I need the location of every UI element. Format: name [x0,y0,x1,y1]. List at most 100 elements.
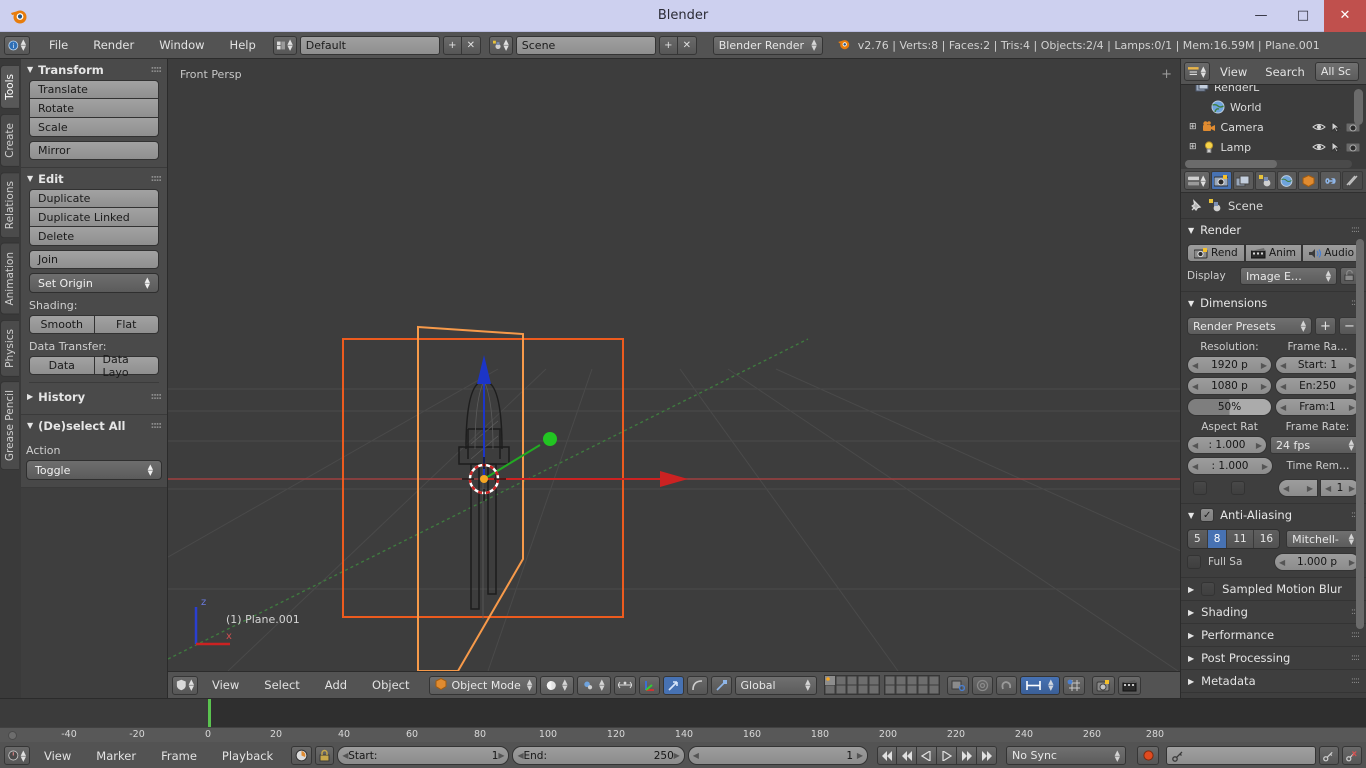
interaction-mode-dropdown[interactable]: Object Mode ▲ ▼ [428,675,537,695]
render-engine-dropdown[interactable]: Blender Render ▲ ▼ [712,35,823,55]
outliner-menu-search[interactable]: Search [1257,59,1313,85]
crop-checkbox[interactable] [1231,481,1245,495]
outliner-row-camera[interactable]: ⊞ Camera [1181,117,1366,137]
add-screen-layout-button[interactable]: + [442,35,462,55]
timeline-track[interactable] [0,699,1366,727]
timeline-menu-playback[interactable]: Playback [211,743,284,768]
aspect-y-field[interactable]: ◀: 1.000 ▶ [1187,457,1273,475]
auto-keyframe-button[interactable] [1137,746,1160,765]
outliner-editor-type-icon[interactable]: ▲ ▼ [1184,62,1210,81]
manipulate-center-points-icon[interactable] [613,675,636,695]
render-animation-button[interactable]: Anim [1244,244,1303,262]
outliner-display-mode-dropdown[interactable]: All Sc [1314,62,1359,81]
jump-to-end-button[interactable] [977,746,998,765]
scale-manipulator-icon[interactable] [710,675,732,695]
tab-relations[interactable]: Relations [0,171,19,238]
aa-samples-11[interactable]: 11 [1227,530,1254,548]
scene-audio-icon[interactable] [971,675,993,695]
next-keyframe-button[interactable] [957,746,978,765]
aa-samples-16[interactable]: 16 [1253,530,1280,548]
render-image-button[interactable]: Rend [1187,244,1245,262]
timeline-playhead[interactable] [208,699,211,727]
outliner-tree[interactable]: RenderL World ⊞ Camera ⊞ Lamp [1181,85,1366,169]
viewport-menu-view[interactable]: View [201,672,250,698]
timeline-menu-marker[interactable]: Marker [85,743,147,768]
action-dropdown[interactable]: Toggle ▲ ▼ [26,460,162,480]
tab-constraints[interactable] [1320,171,1342,190]
aa-filter-dropdown[interactable]: Mitchell- ▲ ▼ [1286,530,1360,548]
manipulator-toggle-icon[interactable] [638,675,660,695]
play-reverse-button[interactable] [917,746,938,765]
viewport-canvas[interactable]: z x Front Persp (1) Plane.001 + [168,59,1180,671]
data-button[interactable]: Data [29,356,95,375]
delete-screen-layout-button[interactable]: ✕ [461,35,481,55]
section-shading[interactable]: ▶ Shading :::: [1181,601,1366,624]
info-editor-type-icon[interactable]: i ▲ ▼ [4,35,30,55]
active-keying-set-field[interactable] [1166,746,1317,765]
lock-time-icon[interactable] [315,746,335,765]
menu-window[interactable]: Window [148,32,215,58]
use-preview-range-icon[interactable] [291,746,313,765]
tab-render-layers[interactable] [1232,171,1254,190]
rotate-manipulator-icon[interactable] [686,675,708,695]
snap-magnet-icon[interactable] [995,675,1017,695]
resolution-x-field[interactable]: ◀ 1920 p ▶ [1187,356,1272,374]
play-audio-button[interactable]: Audio [1302,244,1361,262]
scale-button[interactable]: Scale [29,118,159,137]
shade-smooth-button[interactable]: Smooth [29,315,95,334]
mirror-button[interactable]: Mirror [29,141,159,160]
tab-world[interactable] [1276,171,1298,190]
section-anti-aliasing-header[interactable]: ▼ ✓ Anti-Aliasing :::: [1181,504,1366,526]
timeline-menu-frame[interactable]: Frame [150,743,208,768]
3d-viewport[interactable]: z x Front Persp (1) Plane.001 + ▲ ▼ View … [168,59,1180,698]
panel-transform-header[interactable]: ▼ Transform :::: [21,59,167,80]
tab-modifiers[interactable] [1342,171,1363,190]
outliner-row-world[interactable]: World [1181,97,1366,117]
pin-icon[interactable] [1189,198,1203,213]
time-remap-old-field[interactable]: ◀ ▶ [1278,479,1318,497]
aspect-x-field[interactable]: ◀: 1.000 ▶ [1187,436,1267,454]
tab-physics[interactable]: Physics [0,319,19,377]
menu-render[interactable]: Render [82,32,145,58]
border-checkbox[interactable] [1193,481,1207,495]
delete-keyframe-icon[interactable] [1342,746,1363,765]
snap-element-dropdown[interactable]: ▲ ▼ [1019,675,1060,695]
viewport-expand-icon[interactable]: + [1161,67,1172,82]
sampled-motion-blur-checkbox[interactable] [1201,582,1216,596]
frame-rate-dropdown[interactable]: 24 fps ▲ ▼ [1270,436,1360,454]
previous-keyframe-button[interactable] [897,746,918,765]
section-metadata[interactable]: ▶ Metadata :::: [1181,670,1366,693]
transform-orientation-dropdown[interactable]: Global ▲ ▼ [734,675,817,695]
properties-editor-type-icon[interactable]: ▲ ▼ [1184,171,1210,190]
duplicate-linked-button[interactable]: Duplicate Linked [29,208,159,227]
lock-layers-icon[interactable] [946,675,969,695]
delete-scene-button[interactable]: ✕ [677,35,697,55]
resolution-y-field[interactable]: ◀ 1080 p ▶ [1187,377,1272,395]
aa-samples-8[interactable]: 8 [1207,530,1228,548]
current-frame-field[interactable]: ◀ 1 ▶ [687,746,869,765]
duplicate-button[interactable]: Duplicate [29,189,159,208]
tab-grease-pencil[interactable]: Grease Pencil [0,381,19,471]
outliner-row-lamp[interactable]: ⊞ Lamp [1181,137,1366,157]
scene-name-field[interactable]: Scene [515,35,656,55]
panel-history-header[interactable]: ▶ History :::: [21,386,167,407]
display-mode-dropdown[interactable]: Image E… ▲ ▼ [1240,267,1337,285]
resolution-percentage-slider[interactable]: 50% [1187,398,1272,416]
join-button[interactable]: Join [29,250,159,269]
add-scene-button[interactable]: + [658,35,678,55]
timeline-menu-view[interactable]: View [33,743,82,768]
menu-file[interactable]: File [38,32,79,58]
frame-step-field[interactable]: ◀ Fram:1 ▶ [1275,398,1360,416]
screen-layout-icon[interactable]: ▲ ▼ [272,35,297,55]
snap-target-grid-icon[interactable] [1062,675,1085,695]
set-origin-dropdown[interactable]: Set Origin ▲ ▼ [29,273,159,293]
render-presets-dropdown[interactable]: Render Presets ▲ ▼ [1187,317,1312,335]
scene-icon[interactable]: ▲ ▼ [488,35,513,55]
anti-aliasing-checkbox[interactable]: ✓ [1200,508,1215,522]
timeline-ruler[interactable]: -40 -20 0 20 40 60 80 100 120 140 160 18… [0,727,1366,742]
section-output[interactable]: ▼ Output [1181,693,1366,698]
screen-layout-field[interactable]: Default [299,35,440,55]
timeline-scroll-knob[interactable] [8,731,17,740]
sync-mode-dropdown[interactable]: No Sync ▲ ▼ [1006,746,1127,765]
properties-vscrollbar[interactable] [1356,239,1364,629]
